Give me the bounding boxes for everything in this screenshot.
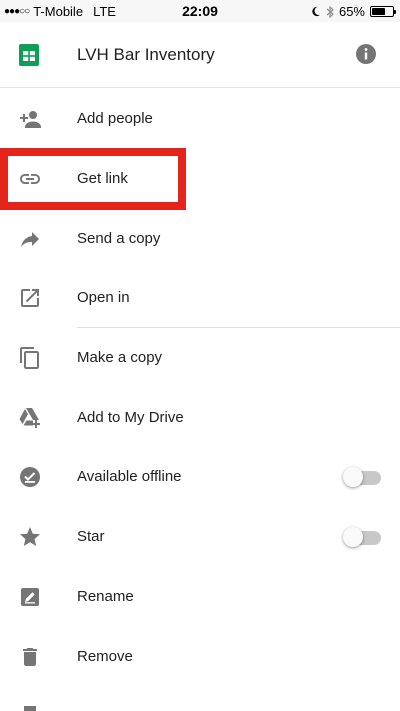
share-arrow-icon — [21, 232, 39, 247]
info-icon[interactable] — [355, 43, 377, 65]
document-title: LVH Bar Inventory — [77, 45, 215, 64]
menu-item-add-to-my-drive[interactable]: Add to My Drive — [0, 388, 400, 448]
offline-check-icon — [20, 467, 40, 487]
menu-item-label: Add to My Drive — [77, 409, 184, 426]
menu-item-send-a-copy[interactable]: Send a copy — [0, 209, 400, 269]
drive-add-icon — [19, 408, 40, 428]
menu-item-get-link[interactable]: Get link — [0, 149, 400, 209]
star-icon — [20, 527, 40, 546]
battery-level — [372, 8, 385, 15]
toggle-thumb — [343, 467, 363, 487]
menu-item-label: Get link — [77, 170, 128, 187]
menu-item-label: Available offline — [77, 468, 182, 485]
bluetooth-icon — [326, 5, 334, 18]
edit-icon — [21, 588, 39, 606]
menu-item-open-in[interactable]: Open in — [0, 268, 400, 328]
status-bar: ●●●○○ T-Mobile LTE 22:09 65% — [0, 0, 400, 22]
menu-item-add-people[interactable]: Add people — [0, 89, 400, 149]
battery-icon — [370, 6, 396, 17]
next-item-icon-partial — [24, 706, 36, 711]
battery-percent: 65% — [338, 4, 365, 19]
menu-item-label: Remove — [77, 648, 133, 665]
moon-icon — [312, 6, 321, 17]
menu-item-available-offline[interactable]: Available offline — [0, 447, 400, 507]
menu-item-label: Send a copy — [77, 230, 161, 247]
menu-item-label: Open in — [77, 289, 130, 306]
google-sheets-icon — [19, 44, 39, 66]
trash-icon — [23, 648, 37, 666]
document-header: LVH Bar Inventory — [0, 22, 400, 88]
menu-item-remove[interactable]: Remove — [0, 627, 400, 687]
link-icon — [20, 174, 40, 184]
menu-item-star[interactable]: Star — [0, 507, 400, 567]
menu-item-label: Make a copy — [77, 349, 163, 366]
add-person-icon — [20, 111, 41, 128]
menu-item-label: Rename — [77, 588, 134, 605]
toggle-thumb — [343, 527, 363, 547]
copy-icon — [20, 347, 39, 369]
open-in-new-icon — [21, 289, 39, 307]
available-offline-toggle[interactable] — [343, 467, 383, 487]
menu-item-label: Star — [77, 528, 105, 545]
menu-item-make-a-copy[interactable]: Make a copy — [0, 328, 400, 388]
menu-item-rename[interactable]: Rename — [0, 567, 400, 627]
star-toggle[interactable] — [343, 527, 383, 547]
status-right: 65% — [310, 4, 396, 19]
menu-item-label: Add people — [77, 110, 153, 127]
